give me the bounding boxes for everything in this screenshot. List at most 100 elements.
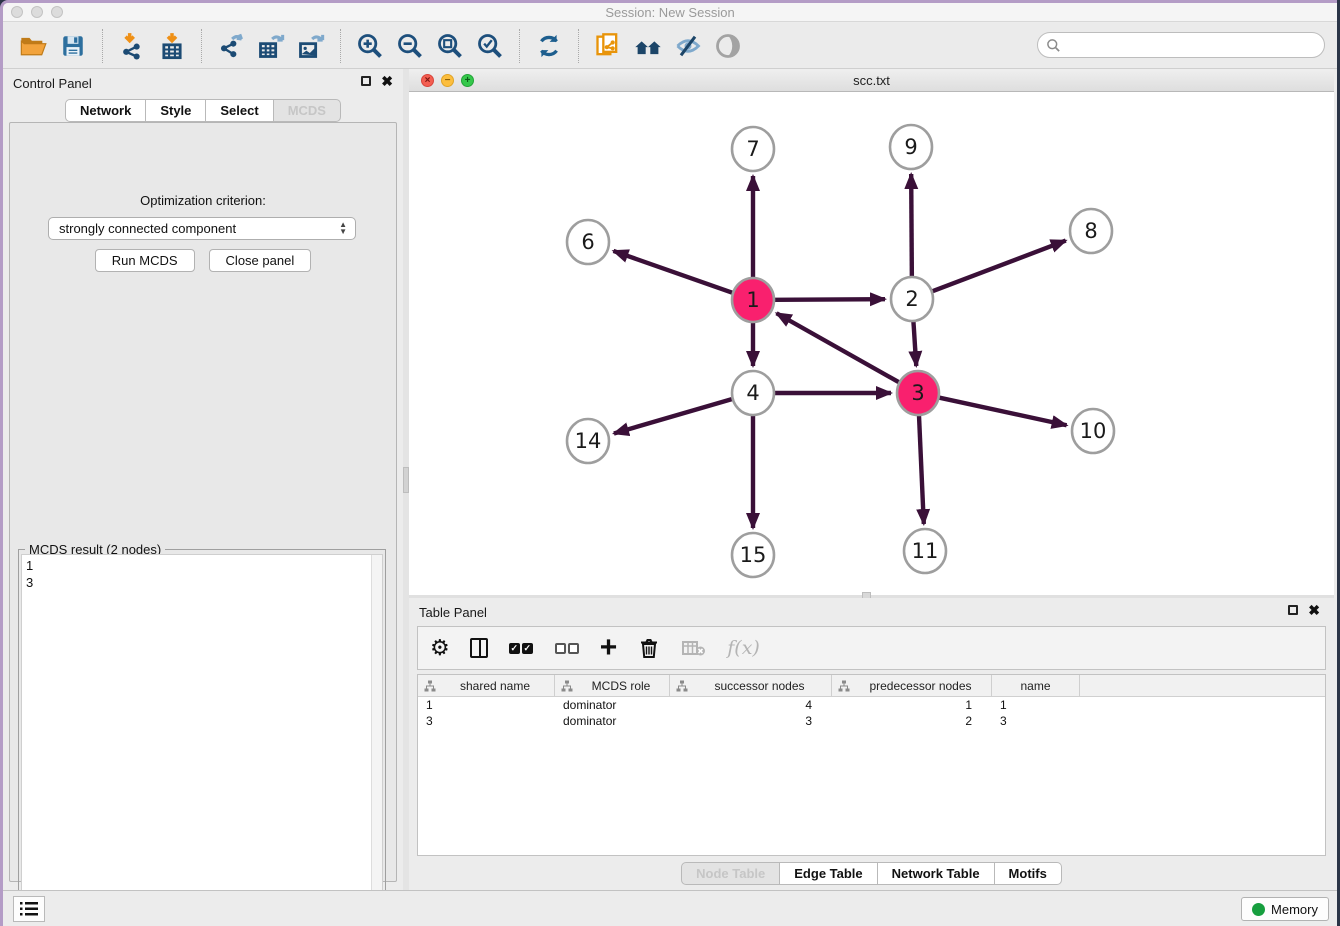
graph-node-11[interactable]: 11	[904, 529, 946, 573]
table-row[interactable]: 1dominator411	[418, 697, 1325, 713]
tab-node-table[interactable]: Node Table	[681, 862, 780, 885]
list-icon	[19, 901, 39, 917]
column-header-successor-nodes[interactable]: successor nodes	[670, 675, 832, 696]
deselect-all-icon	[555, 643, 566, 654]
close-panel-icon[interactable]: ✖	[1308, 605, 1320, 615]
deselect-all-button[interactable]	[554, 634, 580, 662]
search-field[interactable]	[1037, 32, 1325, 58]
edge-2-9[interactable]	[911, 174, 912, 277]
graph-node-4[interactable]: 4	[732, 371, 774, 415]
hide-selected-icon	[674, 32, 702, 60]
hide-selected-button[interactable]	[671, 29, 705, 63]
tab-motifs[interactable]: Motifs	[995, 862, 1062, 885]
import-table-button[interactable]	[155, 29, 189, 63]
edge-1-6[interactable]	[613, 251, 732, 293]
column-header-predecessor-nodes[interactable]: predecessor nodes	[832, 675, 992, 696]
tab-network[interactable]: Network	[65, 99, 146, 122]
table-cell[interactable]: 3	[992, 713, 1080, 729]
function-builder-button[interactable]: f(x)	[727, 634, 760, 662]
delete-column-button[interactable]	[637, 634, 661, 662]
close-panel-icon[interactable]: ✖	[381, 76, 393, 86]
memory-button[interactable]: Memory	[1241, 897, 1329, 921]
tab-edge-table[interactable]: Edge Table	[780, 862, 877, 885]
criterion-select[interactable]: strongly connected component ▲▼	[48, 217, 356, 240]
refresh-button[interactable]	[532, 29, 566, 63]
edge-3-11[interactable]	[919, 415, 924, 524]
node-label: 4	[746, 381, 759, 405]
node-label: 3	[911, 381, 924, 405]
column-header-MCDS-role[interactable]: MCDS role	[555, 675, 670, 696]
result-scrollbar[interactable]	[371, 555, 382, 926]
tab-network-table[interactable]: Network Table	[878, 862, 995, 885]
edge-4-14[interactable]	[614, 399, 732, 433]
column-header-name[interactable]: name	[992, 675, 1080, 696]
tab-select[interactable]: Select	[206, 99, 273, 122]
graph-node-14[interactable]: 14	[567, 419, 609, 463]
clone-network-button[interactable]	[591, 29, 625, 63]
table-cell[interactable]: 4	[670, 697, 832, 713]
tab-style[interactable]: Style	[146, 99, 206, 122]
node-table[interactable]: shared nameMCDS rolesuccessor nodesprede…	[417, 674, 1326, 856]
table-cell[interactable]: dominator	[555, 713, 670, 729]
zoom-fit-button[interactable]	[433, 29, 467, 63]
graph-node-7[interactable]: 7	[732, 127, 774, 171]
graph-node-8[interactable]: 8	[1070, 209, 1112, 253]
search-input[interactable]	[1061, 38, 1324, 53]
column-header-shared-name[interactable]: shared name	[418, 675, 555, 696]
network-canvas[interactable]: 7 9 6 8 1 2 4 3 14 10 15 11	[409, 92, 1334, 595]
open-session-button[interactable]	[16, 29, 50, 63]
first-neighbors-button[interactable]	[631, 29, 665, 63]
edge-2-8[interactable]	[933, 241, 1066, 292]
first-neighbors-icon	[633, 32, 663, 60]
table-row[interactable]: 3dominator323	[418, 713, 1325, 729]
zoom-selected-button[interactable]	[473, 29, 507, 63]
float-panel-icon[interactable]	[361, 76, 371, 86]
add-column-button[interactable]: +	[600, 634, 618, 662]
tab-mcds[interactable]: MCDS	[274, 99, 341, 122]
result-value: 3	[26, 574, 33, 591]
export-network-button[interactable]	[214, 29, 248, 63]
edge-1-2[interactable]	[775, 299, 885, 300]
export-image-button[interactable]	[294, 29, 328, 63]
graph-node-9[interactable]: 9	[890, 125, 932, 169]
graph-node-15[interactable]: 15	[732, 533, 774, 577]
mcds-result-area[interactable]: 13	[21, 554, 383, 926]
split-panel-button[interactable]	[470, 634, 488, 662]
network-graph[interactable]: 7 9 6 8 1 2 4 3 14 10 15 11	[409, 92, 1337, 595]
edge-2-3[interactable]	[913, 321, 916, 366]
edge-3-10[interactable]	[939, 398, 1066, 426]
control-panel-title: Control Panel	[13, 76, 92, 91]
float-panel-icon[interactable]	[1288, 605, 1298, 615]
task-history-button[interactable]	[13, 896, 45, 922]
hierarchy-icon	[561, 680, 573, 692]
zoom-selected-icon	[476, 32, 504, 60]
save-session-button[interactable]	[56, 29, 90, 63]
table-settings-button[interactable]: ⚙	[430, 634, 450, 662]
delete-table-button[interactable]	[681, 634, 707, 662]
zoom-in-button[interactable]	[353, 29, 387, 63]
graph-node-2[interactable]: 2	[891, 277, 933, 321]
zoom-out-button[interactable]	[393, 29, 427, 63]
run-mcds-button[interactable]: Run MCDS	[95, 249, 195, 272]
import-network-button[interactable]	[115, 29, 149, 63]
graph-node-1[interactable]: 1	[732, 278, 774, 322]
refresh-icon	[535, 32, 563, 60]
table-tabs: Node TableEdge TableNetwork TableMotifs	[409, 862, 1334, 885]
chevron-up-down-icon: ▲▼	[339, 221, 347, 235]
graph-node-6[interactable]: 6	[567, 220, 609, 264]
graph-node-3[interactable]: 3	[897, 371, 939, 415]
edge-3-1[interactable]	[777, 313, 899, 382]
table-cell[interactable]: 1	[418, 697, 555, 713]
table-cell[interactable]: 3	[418, 713, 555, 729]
table-cell[interactable]: 1	[832, 697, 992, 713]
close-panel-button[interactable]: Close panel	[209, 249, 312, 272]
select-all-button[interactable]: ✓✓	[508, 634, 534, 662]
export-table-button[interactable]	[254, 29, 288, 63]
table-cell[interactable]: dominator	[555, 697, 670, 713]
table-cell[interactable]: 3	[670, 713, 832, 729]
graph-node-10[interactable]: 10	[1072, 409, 1114, 453]
show-graphics-icon	[714, 32, 742, 60]
table-cell[interactable]: 2	[832, 713, 992, 729]
show-graphics-button[interactable]	[711, 29, 745, 63]
table-cell[interactable]: 1	[992, 697, 1080, 713]
